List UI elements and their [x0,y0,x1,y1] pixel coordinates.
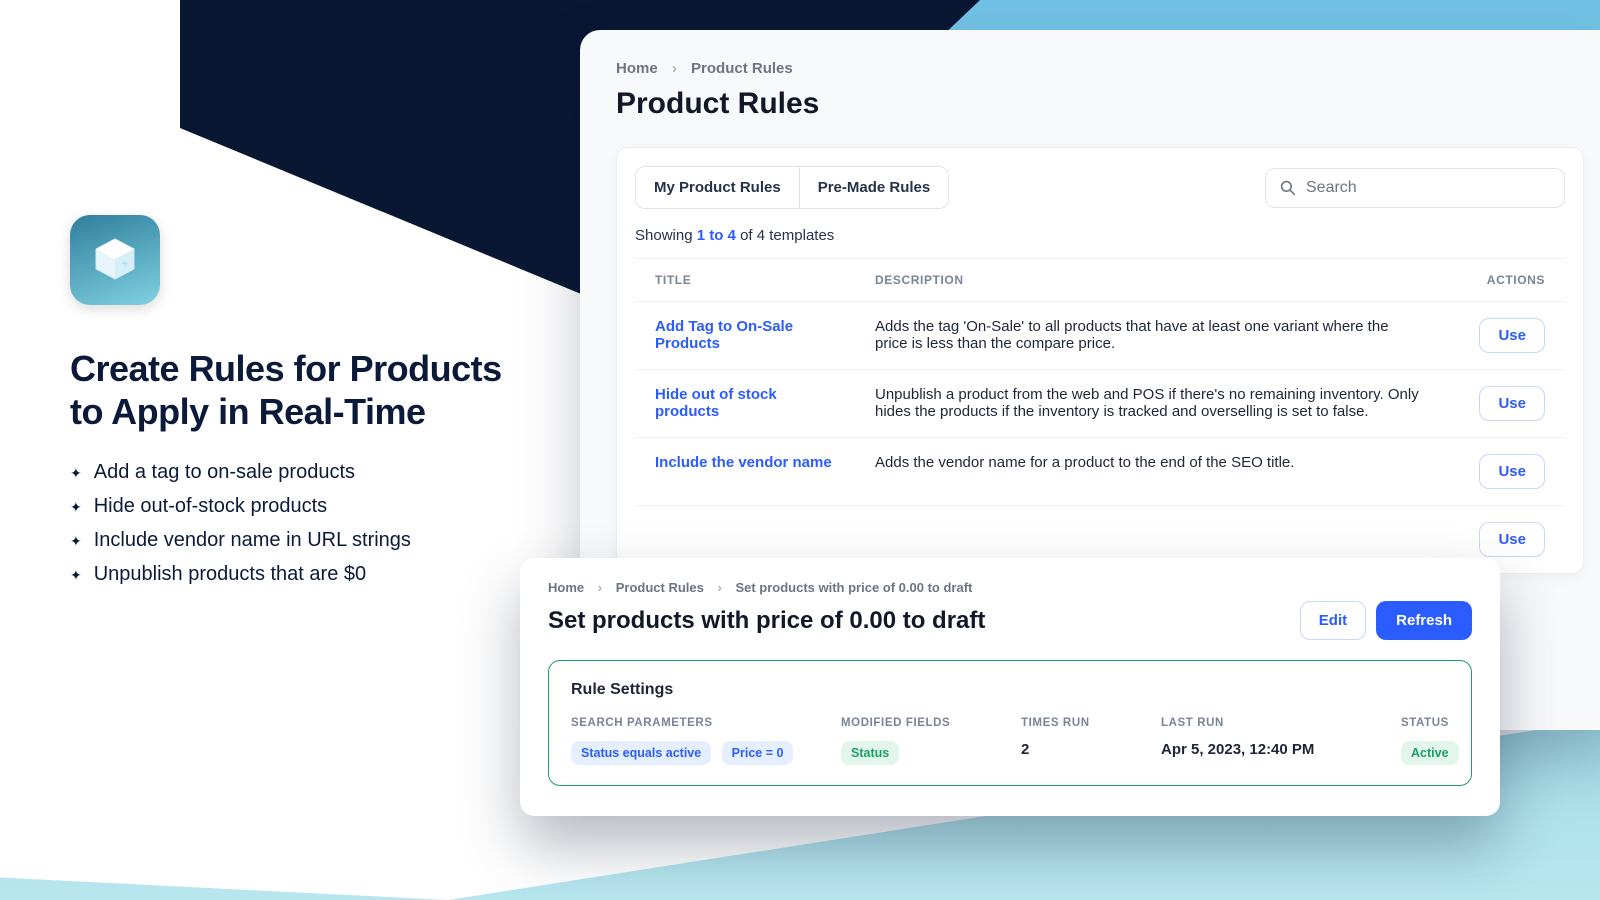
label-times-run: TIMES RUN [1021,717,1121,729]
rules-table: TITLE DESCRIPTION ACTIONS Add Tag to On-… [635,258,1565,573]
settings-heading: Rule Settings [571,681,1449,699]
rule-detail-page: Home › Product Rules › Set products with… [520,558,1500,816]
label-status: STATUS [1401,717,1491,729]
promo-bullet: Add a tag to on-sale products [70,455,530,489]
use-button[interactable]: Use [1479,454,1545,489]
search-input[interactable]: Search [1265,168,1565,208]
tab-premade-rules[interactable]: Pre-Made Rules [799,167,949,208]
col-actions: ACTIONS [1445,259,1565,302]
rule-title-heading: Set products with price of 0.00 to draft [548,607,985,635]
showing-count: Showing 1 to 4 of 4 templates [635,227,1565,244]
promo-bullet: Include vendor name in URL strings [70,523,530,557]
label-modified-fields: MODIFIED FIELDS [841,717,981,729]
breadcrumb: Home › Product Rules › Set products with… [548,580,1472,595]
rule-desc: Adds the vendor name for a product to th… [855,438,1445,506]
chevron-right-icon: › [598,580,602,595]
svg-text:+: + [122,259,128,270]
crumb-home[interactable]: Home [548,580,584,595]
label-last-run: LAST RUN [1161,717,1361,729]
rule-settings-card: Rule Settings SEARCH PARAMETERS Status e… [548,660,1472,786]
col-title: TITLE [635,259,855,302]
cube-icon: + [90,235,140,285]
rule-desc: Unpublish a product from the web and POS… [855,370,1445,438]
modified-pill: Status [841,741,899,765]
table-row: Hide out of stock products Unpublish a p… [635,370,1565,438]
times-run-value: 2 [1021,741,1121,758]
rules-tabs: My Product Rules Pre-Made Rules [635,166,949,209]
search-pill: Status equals active [571,741,711,765]
rule-link[interactable]: Hide out of stock products [655,386,835,420]
tab-my-rules[interactable]: My Product Rules [636,167,799,208]
label-search-params: SEARCH PARAMETERS [571,717,801,729]
app-logo-tile: + [70,215,160,305]
breadcrumb: Home › Product Rules [616,60,1584,77]
table-row: Include the vendor name Adds the vendor … [635,438,1565,506]
edit-button[interactable]: Edit [1300,601,1366,640]
status-badge: Active [1401,741,1459,765]
promo-bullets: Add a tag to on-sale products Hide out-o… [70,455,530,591]
chevron-right-icon: › [717,580,721,595]
refresh-button[interactable]: Refresh [1376,601,1472,640]
search-pill: Price = 0 [722,741,794,765]
promo-bullet: Hide out-of-stock products [70,489,530,523]
crumb-rules[interactable]: Product Rules [616,580,704,595]
use-button[interactable]: Use [1479,318,1545,353]
crumb-current: Set products with price of 0.00 to draft [735,580,972,595]
chevron-right-icon: › [672,60,677,77]
rule-desc: Adds the tag 'On-Sale' to all products t… [855,302,1445,370]
col-description: DESCRIPTION [855,259,1445,302]
promo-headline: Create Rules for Products to Apply in Re… [70,347,530,433]
promo-bullet: Unpublish products that are $0 [70,557,530,591]
rule-link[interactable]: Include the vendor name [655,454,832,471]
crumb-home[interactable]: Home [616,60,658,77]
table-row: Add Tag to On-Sale Products Adds the tag… [635,302,1565,370]
use-button[interactable]: Use [1479,522,1545,557]
search-icon [1280,180,1296,196]
last-run-value: Apr 5, 2023, 12:40 PM [1161,741,1361,758]
use-button[interactable]: Use [1479,386,1545,421]
crumb-section[interactable]: Product Rules [691,60,793,77]
page-title: Product Rules [616,87,1584,121]
rule-link[interactable]: Add Tag to On-Sale Products [655,318,835,352]
